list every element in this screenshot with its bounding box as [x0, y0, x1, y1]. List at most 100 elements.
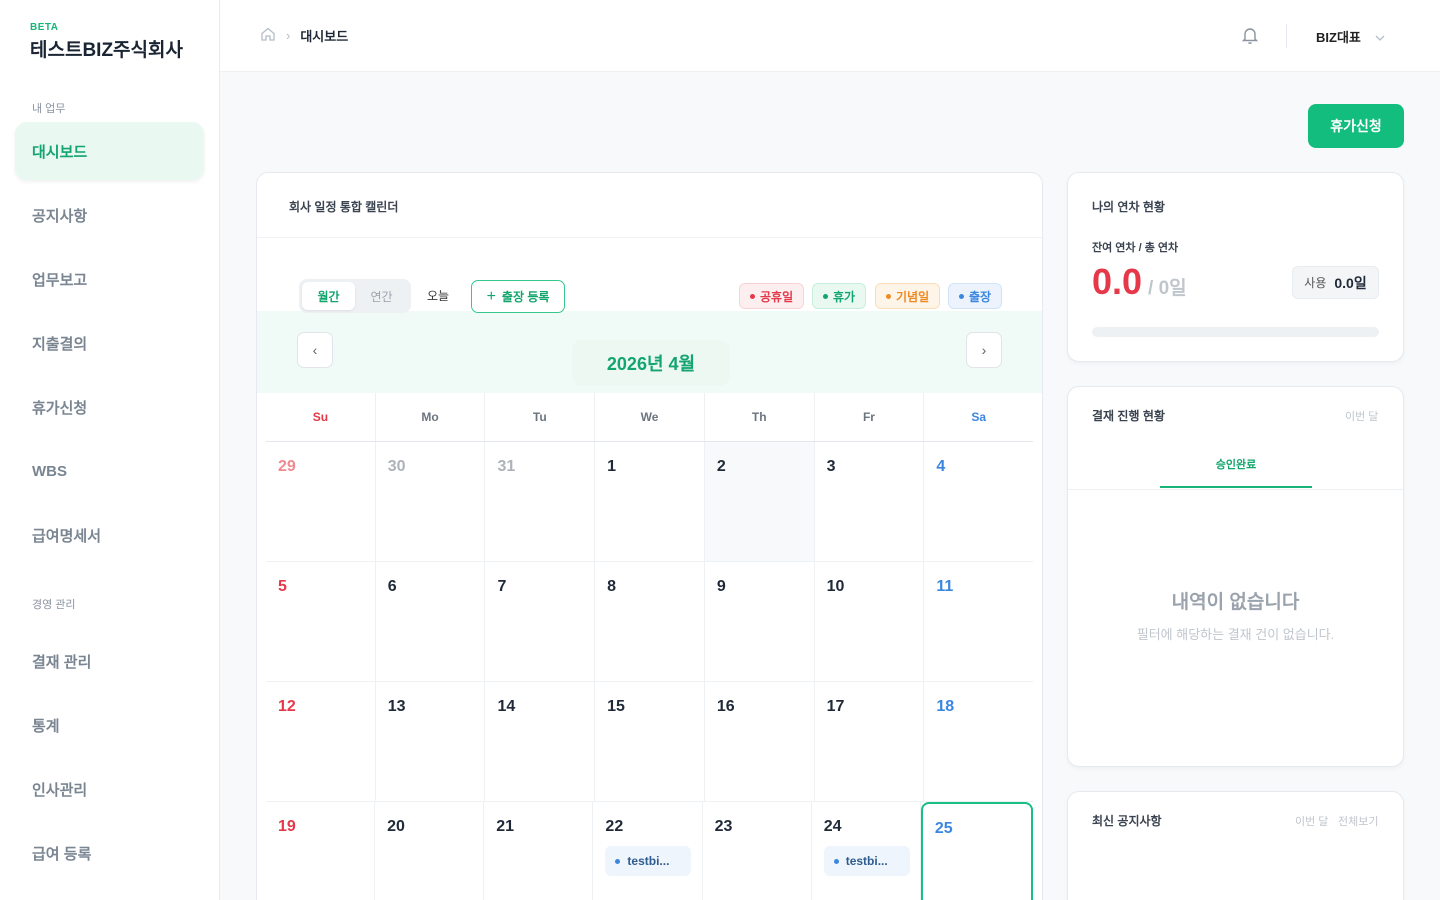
sidebar-item-payroll[interactable]: 급여 등록 — [15, 824, 204, 882]
next-month-button[interactable]: › — [966, 332, 1002, 368]
calendar-day[interactable]: 13 — [376, 682, 486, 801]
weekday-header: Su Mo Tu We Th Fr Sa — [266, 393, 1033, 442]
calendar-day[interactable]: 15 — [595, 682, 705, 801]
sidebar-item-notices[interactable]: 공지사항 — [15, 186, 204, 244]
calendar-day[interactable]: 14 — [485, 682, 596, 801]
prev-month-button[interactable]: ‹ — [297, 332, 333, 368]
calendar-day[interactable]: 30 — [376, 442, 486, 561]
divider — [257, 237, 1042, 238]
view-yearly-tab[interactable]: 연간 — [355, 282, 408, 310]
weekday-label: Fr — [815, 393, 925, 441]
month-label: 2026년 4월 — [572, 340, 730, 386]
calendar-day[interactable]: 24 testbi... — [812, 802, 921, 900]
sidebar-item-wbs[interactable]: WBS — [15, 442, 204, 500]
latest-notices-card: 최신 공지사항 이번 달 전체보기 — [1067, 791, 1404, 900]
calendar-week: 12 13 14 15 16 17 18 — [266, 682, 1033, 802]
calendar-day[interactable]: 20 — [375, 802, 485, 900]
beta-badge: BETA — [30, 22, 59, 33]
day-number: 23 — [714, 818, 733, 835]
sidebar-item-hr[interactable]: 인사관리 — [15, 760, 204, 818]
calendar-day[interactable]: 16 — [705, 682, 815, 801]
day-number: 31 — [497, 458, 516, 475]
calendar-day[interactable]: 11 — [924, 562, 1033, 681]
calendar-day[interactable]: 19 — [266, 802, 376, 900]
breadcrumb: › 대시보드 — [260, 26, 348, 45]
sidebar-item-stats[interactable]: 통계 — [15, 696, 204, 754]
calendar-event[interactable]: testbi... — [823, 846, 910, 876]
calendar-day[interactable]: 5 — [266, 562, 376, 681]
sidebar-item-leave[interactable]: 휴가신청 — [15, 378, 204, 436]
day-number: 7 — [497, 578, 507, 595]
notices-period-filter[interactable]: 이번 달 — [1295, 813, 1328, 829]
calendar-day[interactable]: 31 — [485, 442, 596, 561]
sidebar: BETA 테스트BIZ주식회사 내 업무 대시보드 공지사항 업무보고 지출결의… — [0, 0, 220, 900]
calendar-day[interactable]: 9 — [705, 562, 815, 681]
legend-label: 휴가 — [833, 289, 856, 304]
day-number: 22 — [605, 818, 624, 835]
calendar-day-today[interactable]: 25 — [920, 802, 1033, 900]
weekday-label: Tu — [485, 393, 596, 441]
calendar-day[interactable]: 3 — [815, 442, 925, 561]
calendar-event[interactable]: testbi... — [605, 846, 692, 876]
calendar-day[interactable]: 10 — [815, 562, 925, 681]
tab-approved[interactable]: 승인완료 — [1160, 456, 1312, 488]
event-dot — [833, 858, 839, 864]
calendar-day[interactable]: 18 — [924, 682, 1033, 801]
total-value: / 0일 — [1148, 278, 1187, 299]
weekday-label: We — [595, 393, 705, 441]
view-monthly-tab[interactable]: 월간 — [302, 282, 355, 310]
sidebar-item-approval[interactable]: 결재 관리 — [15, 632, 204, 690]
leave-subtitle: 잔여 연차 / 총 연차 — [1092, 242, 1179, 254]
legend-label: 기념일 — [896, 289, 930, 304]
day-number: 8 — [607, 578, 617, 595]
calendar-day[interactable]: 8 — [595, 562, 705, 681]
brand[interactable]: BETA 테스트BIZ주식회사 — [30, 22, 183, 62]
sidebar-item-work-report[interactable]: 업무보고 — [15, 250, 204, 308]
sidebar-item-expense[interactable]: 지출결의 — [15, 314, 204, 372]
approval-period-filter[interactable]: 이번 달 — [1345, 408, 1378, 424]
calendar-day[interactable]: 22 testbi... — [593, 802, 703, 900]
calendar-day[interactable]: 23 — [703, 802, 812, 900]
leave-remaining: 0.0 / 0일 — [1092, 261, 1187, 303]
nav-section-management: 경영 관리 — [32, 599, 76, 611]
home-icon[interactable] — [260, 26, 276, 45]
bell-icon[interactable] — [1240, 25, 1260, 45]
breadcrumb-separator-icon: › — [286, 28, 291, 43]
sidebar-item-payslip[interactable]: 급여명세서 — [15, 506, 204, 564]
calendar-day[interactable]: 1 — [595, 442, 705, 561]
calendar-day[interactable]: 4 — [924, 442, 1033, 561]
register-trip-button[interactable]: + 출장 등록 — [471, 280, 565, 313]
today-button[interactable]: 오늘 — [427, 287, 449, 304]
header-divider — [1286, 24, 1287, 48]
day-number: 21 — [496, 818, 515, 835]
sidebar-item-dashboard[interactable]: 대시보드 — [15, 122, 204, 180]
calendar-day[interactable]: 6 — [376, 562, 486, 681]
calendar-day[interactable]: 7 — [485, 562, 596, 681]
approval-status-card: 결재 진행 현황 이번 달 승인완료 내역이 없습니다 필터에 해당하는 결재 … — [1067, 386, 1404, 767]
calendar-day[interactable]: 17 — [815, 682, 925, 801]
user-menu[interactable]: BIZ대표 — [1316, 27, 1385, 46]
company-name: 테스트BIZ주식회사 — [30, 40, 183, 61]
calendar-day[interactable]: 21 — [484, 802, 594, 900]
calendar-week: 19 20 21 22 testbi... 23 24 testbi... 25 — [266, 802, 1033, 900]
day-number: 30 — [387, 458, 406, 475]
plus-icon: + — [486, 287, 496, 305]
calendar-day[interactable]: 29 — [266, 442, 376, 561]
day-number: 19 — [278, 818, 296, 835]
legend-dot — [886, 293, 891, 299]
chevron-right-icon: › — [981, 342, 987, 358]
legend-dot — [959, 293, 964, 299]
company-calendar-card: 회사 일정 통합 캘린더 월간 연간 오늘 + 출장 등록 공휴일 휴가 기념일… — [256, 172, 1043, 900]
event-label: testbi... — [627, 854, 670, 868]
breadcrumb-current: 대시보드 — [300, 29, 349, 44]
notices-view-all-link[interactable]: 전체보기 — [1338, 813, 1378, 829]
day-number: 17 — [826, 698, 845, 715]
calendar-day[interactable]: 12 — [266, 682, 376, 801]
day-number: 29 — [278, 458, 296, 475]
empty-state-title: 내역이 없습니다 — [1171, 592, 1300, 613]
legend-business-trip: 출장 — [948, 283, 1003, 309]
apply-leave-button[interactable]: 휴가신청 — [1308, 104, 1404, 148]
divider — [1068, 489, 1403, 490]
day-number: 4 — [936, 458, 946, 475]
calendar-day[interactable]: 2 — [704, 442, 815, 561]
